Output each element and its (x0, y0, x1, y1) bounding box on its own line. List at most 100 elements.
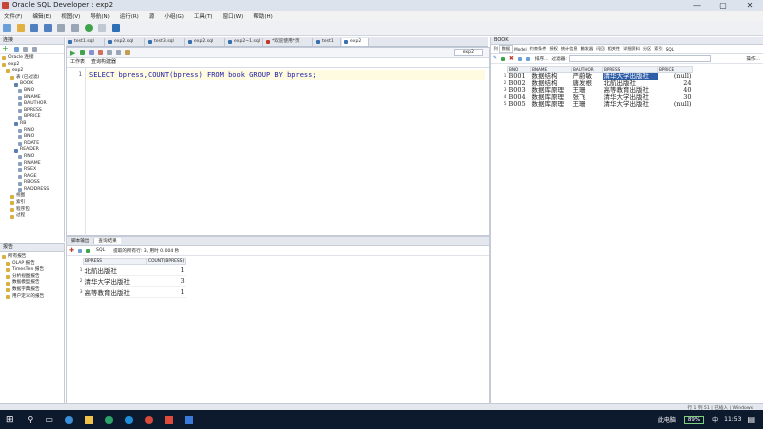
tree-node[interactable]: BPRICE (2, 114, 64, 121)
refresh-results-icon[interactable] (86, 248, 91, 253)
report-item[interactable]: 数据字典报告 (2, 287, 64, 294)
table-subtab[interactable]: 索引 (653, 46, 664, 52)
save-all-icon[interactable] (43, 24, 52, 32)
editor-tab[interactable]: exp2.sql (106, 38, 145, 46)
start-icon[interactable]: ⊞ (6, 415, 14, 425)
sort-button[interactable]: 排序... (535, 56, 549, 62)
tree-node[interactable]: BOOK (2, 81, 64, 88)
table-subtab[interactable]: 授权 (548, 46, 559, 52)
back-icon[interactable] (57, 24, 66, 32)
notification-icon[interactable]: ▤ (747, 415, 755, 424)
clear-icon[interactable] (125, 50, 131, 55)
table-cell[interactable]: 北航出版社 (83, 264, 147, 276)
sql-label[interactable]: SQL (96, 248, 105, 253)
battery-indicator[interactable]: 89% (683, 415, 705, 424)
table-cell[interactable]: 数据库原理 (531, 101, 572, 108)
table-subtab[interactable]: 统计信息 (559, 46, 579, 52)
table-cell[interactable]: 王珊 (572, 101, 603, 108)
editor-tab[interactable]: exp2.sql (186, 38, 225, 46)
this-pc-label[interactable]: 此电脑 (658, 415, 676, 424)
menu-window[interactable]: 窗口(W) (223, 12, 244, 20)
table-row[interactable]: 5 B005 数据库原理 王珊 清华大学出版社 (null) (491, 101, 693, 108)
tree-node[interactable]: RB (2, 121, 64, 128)
browser-icon[interactable] (64, 415, 73, 424)
maximize-button[interactable]: ▢ (710, 0, 736, 11)
tab-query-result[interactable]: 查询结果 (94, 238, 121, 244)
table-subtab[interactable]: 分区 (641, 46, 652, 52)
insert-row-icon[interactable] (500, 56, 505, 61)
dropdown-icon[interactable] (98, 24, 107, 32)
search-icon[interactable]: ⚲ (28, 415, 34, 424)
netease-icon[interactable] (144, 415, 153, 424)
table-subtab[interactable]: 数据 (499, 45, 513, 53)
schema-icon[interactable] (31, 46, 37, 52)
tab-worksheet[interactable]: 工作表 (70, 58, 85, 67)
close-button[interactable]: ✕ (737, 0, 763, 11)
column-header[interactable]: COUNT(BPRESS) (145, 258, 187, 265)
tree-node[interactable]: BNO (2, 134, 64, 141)
editor-tab[interactable]: test1.sql (66, 38, 105, 46)
tab-query-builder[interactable]: 查询构建器 (91, 58, 116, 67)
table-cell[interactable]: 清华大学出版社 (83, 275, 147, 287)
tree-node[interactable]: BAUTHOR (2, 101, 64, 108)
sqldev-taskbar-icon[interactable] (184, 415, 193, 424)
table-cell[interactable]: (null) (658, 101, 693, 108)
table-subtab[interactable]: SQL (664, 47, 675, 52)
rollback-icon[interactable] (98, 50, 104, 55)
table-subtab[interactable]: 相关性 (606, 46, 622, 52)
commit-data-icon[interactable] (517, 56, 522, 61)
save-icon[interactable] (30, 24, 39, 32)
menu-team[interactable]: 小组(G) (164, 12, 184, 20)
table-subtab[interactable]: 闪回 (595, 46, 606, 52)
tree-node[interactable]: 视图 (2, 193, 64, 200)
menu-file[interactable]: 文件(F) (4, 12, 22, 20)
tree-node[interactable]: RBOSS (2, 180, 64, 187)
table-subtab[interactable]: Model (513, 47, 529, 52)
tree-node[interactable]: READER (2, 147, 64, 154)
task-view-icon[interactable]: ▭ (45, 415, 53, 424)
new-icon[interactable] (3, 24, 11, 32)
oracle-taskbar-icon[interactable] (164, 415, 173, 424)
tree-node[interactable]: 过程 (2, 213, 64, 220)
run-script-icon[interactable] (80, 50, 86, 55)
tree-node[interactable]: RSEX (2, 167, 64, 174)
ime-indicator[interactable]: 中 (712, 415, 718, 424)
table-row[interactable]: 1 北航出版社 1 (67, 264, 186, 276)
menu-run[interactable]: 运行(R) (120, 12, 139, 20)
table-cell[interactable]: B005 (508, 101, 531, 108)
tree-node[interactable]: 索引 (2, 200, 64, 207)
table-subtab[interactable]: 约束条件 (528, 46, 548, 52)
table-row[interactable]: 2 清华大学出版社 3 (67, 275, 186, 287)
editor-tab[interactable]: exp2~1.sql (226, 38, 263, 46)
edge-icon[interactable] (124, 415, 133, 424)
tree-node[interactable]: exp2 (2, 68, 64, 75)
menu-view[interactable]: 视图(V) (61, 12, 80, 20)
menu-source[interactable]: 源 (149, 12, 155, 20)
report-item[interactable]: 数据模型报告 (2, 280, 64, 287)
table-subtab[interactable]: 触发器 (579, 46, 595, 52)
menu-tools[interactable]: 工具(T) (194, 12, 213, 20)
tree-node[interactable]: RNO (2, 154, 64, 161)
table-cell[interactable]: 清华大学出版社 (603, 101, 658, 108)
connection-icon[interactable] (111, 24, 120, 32)
table-cell[interactable]: 1 (146, 264, 186, 276)
table-subtab[interactable]: 列 (492, 46, 499, 52)
autotrace-icon[interactable] (116, 50, 122, 55)
table-cell[interactable]: 高等教育出版社 (83, 286, 147, 298)
minimize-button[interactable]: — (684, 0, 710, 11)
menu-edit[interactable]: 编辑(E) (32, 12, 51, 20)
tree-node[interactable]: 程序包 (2, 207, 64, 214)
report-item[interactable]: 用户定义的报告 (2, 294, 64, 301)
editor-tab[interactable]: test3.sql (146, 38, 185, 46)
tree-node[interactable]: 表 (已过滤) (2, 75, 64, 82)
editor-tab[interactable]: exp2 (342, 38, 369, 46)
clock[interactable]: 11:53 (724, 416, 741, 423)
refresh-icon[interactable] (13, 46, 19, 52)
explorer-icon[interactable] (84, 415, 93, 424)
table-cell[interactable]: 3 (146, 275, 186, 287)
tree-node[interactable]: BNO (2, 88, 64, 95)
forward-icon[interactable] (70, 24, 79, 32)
pin-data-icon[interactable]: ✎ (493, 56, 497, 61)
wechat-icon[interactable] (104, 415, 113, 424)
sql-statement[interactable]: SELECT bpress,COUNT(bpress) FROM book GR… (87, 70, 485, 80)
